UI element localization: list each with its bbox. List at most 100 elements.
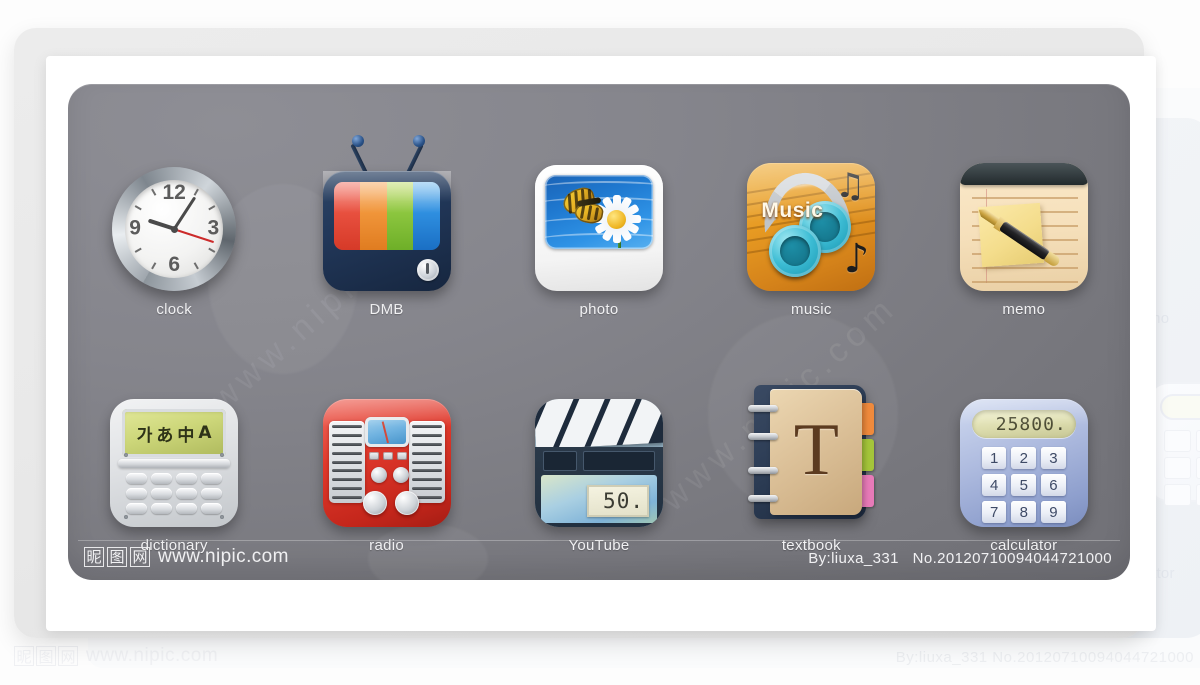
screenshot-stage: mo 800. 3 6 9 ator 昵 图 网 www.nipic.com B…: [0, 0, 1200, 685]
radio-icon[interactable]: [320, 377, 454, 527]
ghost-site-logo-icon: 昵 图 网: [14, 646, 78, 666]
clock-face: 12 3 6 9: [125, 180, 224, 278]
radio-button[interactable]: [392, 467, 409, 483]
app-icon-photo[interactable]: photo: [493, 106, 705, 318]
clock-numeral-9: 9: [129, 216, 141, 240]
textbook-icon[interactable]: T: [744, 377, 878, 527]
app-icon-calculator[interactable]: 25800. 1 2 3 4 5 6 7 8 9 calculator: [918, 342, 1130, 554]
ghost-calculator-key: [1196, 457, 1200, 479]
ghost-site-url: www.nipic.com: [86, 645, 219, 666]
radio-speaker-grille-right: [408, 421, 445, 503]
textbook-cover: T: [770, 389, 863, 515]
grille-slat: [331, 433, 362, 437]
textbook-tab-orange[interactable]: [862, 403, 875, 435]
grille-slat: [411, 478, 442, 482]
grille-slat: [331, 487, 362, 491]
ghost-calculator-display: 800.: [1160, 394, 1200, 420]
calculator-key-2[interactable]: 2: [1011, 447, 1037, 469]
textbook-tab-green[interactable]: [862, 439, 875, 471]
grille-slat: [331, 442, 362, 446]
dictionary-lcd-char: 가: [136, 425, 153, 446]
dictionary-key[interactable]: [151, 503, 173, 514]
music-note-icon: ♪: [843, 236, 870, 282]
clapperboard-arm: [534, 399, 663, 450]
app-label-youtube: YouTube: [568, 537, 630, 554]
grille-slat: [331, 425, 362, 428]
photo-frame: [534, 165, 663, 291]
grille-slat: [331, 496, 362, 499]
radio-button[interactable]: [370, 467, 387, 483]
dictionary-key[interactable]: [126, 473, 148, 484]
dictionary-key[interactable]: [176, 473, 198, 484]
clock-icon[interactable]: 12 3 6 9: [107, 141, 241, 291]
clapperboard-body: 50.: [534, 447, 663, 527]
music-overlay-text: Music: [761, 199, 824, 222]
memo-tile: [959, 163, 1088, 291]
ghost-credit-text: By:liuxa_331 No.20120710094044721000: [895, 649, 1194, 666]
calculator-display: 25800.: [971, 410, 1076, 438]
dictionary-key[interactable]: [126, 503, 148, 514]
calculator-key-9[interactable]: 9: [1041, 501, 1066, 523]
dictionary-key[interactable]: [126, 488, 148, 499]
dictionary-lcd-char: あ: [156, 425, 174, 446]
calculator-keypad[interactable]: 1 2 3 4 5 6 7 8 9: [981, 447, 1066, 523]
radio-tuning-knob[interactable]: [394, 491, 419, 515]
dictionary-key[interactable]: [151, 473, 173, 484]
dictionary-icon[interactable]: 가 あ 中 A: [107, 377, 241, 527]
calculator-key-7[interactable]: 7: [981, 501, 1007, 523]
radio-volume-knob[interactable]: [362, 491, 387, 515]
app-icon-dictionary[interactable]: 가 あ 中 A dictionary: [68, 342, 280, 554]
textbook-cover-letter: T: [793, 409, 839, 491]
app-icon-dmb[interactable]: DMB: [280, 106, 492, 318]
tuner-needle: [381, 421, 389, 444]
tv-icon[interactable]: [320, 135, 454, 291]
wing-stripe: [593, 207, 599, 221]
calculator-key-4[interactable]: 4: [981, 474, 1007, 496]
calculator-key-6[interactable]: 6: [1041, 474, 1066, 496]
calculator-key-1[interactable]: 1: [981, 447, 1007, 469]
grille-slat: [331, 478, 362, 482]
dictionary-keypad[interactable]: [126, 473, 223, 514]
textbook-binding-ring: [748, 467, 779, 474]
clapperboard-preview: 50.: [540, 475, 657, 523]
ghost-calculator-keys: 3 6 9: [1164, 430, 1200, 506]
app-icon-memo[interactable]: memo: [918, 106, 1130, 318]
app-icon-clock[interactable]: 12 3 6 9 clock: [68, 106, 280, 318]
dictionary-display: 가 あ 中 A: [122, 409, 227, 457]
memo-icon[interactable]: [957, 141, 1091, 291]
calculator-key-8[interactable]: 8: [1011, 501, 1037, 523]
app-icon-radio[interactable]: radio: [280, 342, 492, 554]
textbook-binding-ring: [748, 495, 779, 502]
grille-slat: [331, 460, 362, 464]
app-icon-music[interactable]: ♫ ♪ Music music: [705, 106, 917, 318]
app-icon-textbook[interactable]: T textbook: [705, 342, 917, 554]
clock-numeral-3: 3: [207, 216, 220, 240]
dictionary-hinge: [118, 459, 231, 468]
clapperboard-slate: [542, 451, 655, 471]
app-label-memo: memo: [1002, 301, 1046, 318]
ghost-logo-char: 昵: [14, 646, 34, 666]
youtube-icon[interactable]: 50.: [532, 377, 666, 527]
photo-icon[interactable]: [532, 141, 666, 291]
clock-tick: [134, 247, 142, 253]
dictionary-key[interactable]: [176, 488, 198, 499]
ghost-calculator-key: [1164, 430, 1192, 452]
dictionary-key[interactable]: [176, 503, 198, 514]
clock-tick: [151, 262, 157, 270]
dictionary-key[interactable]: [201, 473, 223, 484]
music-icon[interactable]: ♫ ♪ Music: [744, 141, 878, 291]
dictionary-key[interactable]: [201, 488, 223, 499]
textbook-binding-ring: [748, 433, 779, 440]
headphone-earcup: [769, 225, 822, 277]
memo-rule-line: [971, 197, 1078, 199]
slate-field: [582, 451, 655, 471]
app-icon-youtube[interactable]: 50. YouTube: [493, 342, 705, 554]
tv-power-knob[interactable]: [416, 259, 439, 281]
calculator-icon[interactable]: 25800. 1 2 3 4 5 6 7 8 9: [957, 377, 1091, 527]
calculator-key-5[interactable]: 5: [1011, 474, 1037, 496]
dictionary-key[interactable]: [201, 503, 223, 514]
ghost-watermark-brand: 昵 图 网 www.nipic.com: [14, 645, 218, 667]
calculator-key-3[interactable]: 3: [1041, 447, 1066, 469]
dictionary-key[interactable]: [151, 488, 173, 499]
textbook-tab-pink[interactable]: [862, 475, 875, 507]
